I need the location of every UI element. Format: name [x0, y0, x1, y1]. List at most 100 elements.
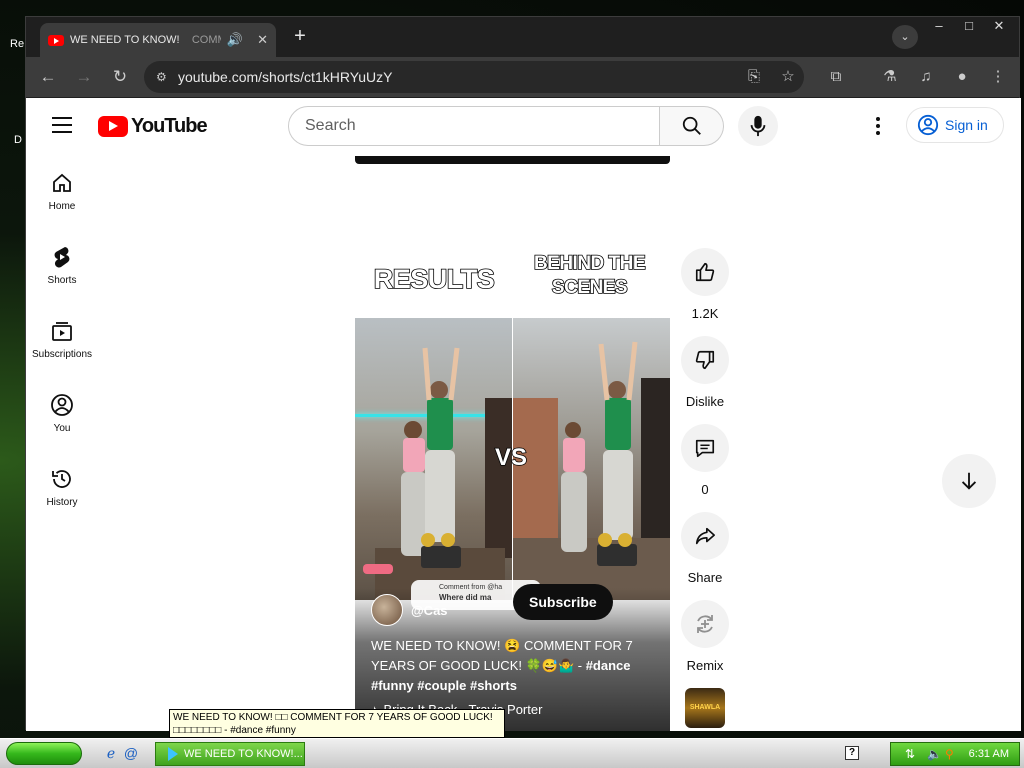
install-app-icon[interactable]: ⎘ — [742, 65, 766, 89]
search-tray-icon[interactable]: ⚲ — [945, 747, 954, 761]
mini-guide: Home Shorts Subscriptions You History — [26, 154, 98, 524]
edge-icon[interactable]: @ — [122, 745, 140, 763]
history-icon — [52, 469, 71, 488]
minimize-button[interactable]: – — [924, 17, 954, 37]
video-caption[interactable]: WE NEED TO KNOW! 😫 COMMENT FOR 7 YEARS O… — [371, 636, 655, 696]
dancers-figure-left — [363, 347, 512, 600]
shorts-action-bar: 1.2K Dislike 0 Share Remix SHAWLA — [681, 248, 729, 728]
profile-icon[interactable]: ● — [950, 65, 974, 89]
dislike-action[interactable]: Dislike — [681, 336, 729, 424]
site-info-icon[interactable]: ⚙ — [156, 70, 178, 84]
masthead: YouTube Sign in — [26, 98, 1021, 154]
guide-item-you[interactable]: You — [26, 376, 98, 450]
like-count: 1.2K — [691, 306, 719, 321]
start-button[interactable] — [6, 742, 82, 765]
bookmark-star-icon[interactable]: ☆ — [776, 65, 800, 89]
tab-search-chevron-icon[interactable]: ⌄ — [892, 25, 918, 49]
subscribe-button[interactable]: Subscribe — [513, 584, 613, 620]
dancers-figure-right — [513, 341, 670, 600]
comments-button[interactable] — [681, 424, 729, 472]
remix-label: Remix — [686, 658, 724, 673]
desktop-icon-label[interactable]: Re — [10, 38, 24, 50]
guide-item-shorts[interactable]: Shorts — [26, 228, 98, 302]
taskbar-item-browser[interactable]: WE NEED TO KNOW!... — [155, 742, 305, 766]
browser-menu-icon[interactable]: ⋮ — [986, 65, 1010, 89]
help-icon[interactable]: ? — [845, 746, 859, 760]
youtube-logo[interactable]: YouTube — [98, 115, 208, 138]
settings-menu-icon[interactable] — [866, 114, 890, 138]
header-right-text: BEHIND THE SCENES — [533, 252, 646, 299]
sound-thumbnail[interactable]: SHAWLA — [685, 688, 725, 728]
share-icon — [695, 527, 715, 545]
microphone-icon — [750, 115, 766, 137]
like-icon — [695, 262, 715, 282]
forward-arrow-icon[interactable]: → — [72, 65, 96, 89]
youtube-favicon-icon — [48, 34, 64, 46]
guide-item-subscriptions[interactable]: Subscriptions — [26, 302, 98, 376]
subscriptions-icon — [52, 321, 72, 341]
video-header-banner: RESULTS BEHIND THE SCENES — [355, 248, 670, 318]
comments-action[interactable]: 0 — [681, 424, 729, 512]
dislike-button[interactable] — [681, 336, 729, 384]
comment-icon — [695, 439, 715, 458]
speaker-icon[interactable]: 🔊 — [227, 32, 243, 48]
media-controls-icon[interactable]: ♫ — [914, 65, 938, 89]
system-tray: ⇅ 🔈 ⚲ 6:31 AM — [890, 742, 1020, 766]
youtube-play-icon — [98, 116, 128, 137]
remix-action[interactable]: Remix — [681, 600, 729, 688]
maximize-button[interactable]: □ — [954, 17, 984, 37]
sign-in-label: Sign in — [945, 117, 988, 133]
like-button[interactable] — [681, 248, 729, 296]
extensions-icon[interactable]: ⧉ — [824, 65, 848, 89]
video-panel-results — [355, 318, 512, 600]
reload-icon[interactable]: ↻ — [108, 65, 132, 89]
remix-button[interactable] — [681, 600, 729, 648]
browser-toolbar: ← → ↻ ⚙ youtube.com/shorts/ct1kHRYuUzY ⎘… — [26, 57, 1019, 97]
back-arrow-icon[interactable]: ← — [36, 65, 60, 89]
next-short-button[interactable] — [942, 454, 996, 508]
network-icon[interactable]: ⇅ — [905, 747, 915, 761]
share-button[interactable] — [681, 512, 729, 560]
shorts-icon — [54, 246, 70, 268]
arrow-down-icon — [961, 472, 977, 490]
guide-item-home[interactable]: Home — [26, 154, 98, 228]
previous-short-edge — [355, 156, 670, 164]
guide-item-label: Home — [48, 200, 76, 212]
video-panel-behind-scenes — [513, 318, 670, 600]
channel-avatar[interactable] — [371, 594, 403, 626]
new-tab-button[interactable]: + — [288, 25, 312, 48]
labs-flask-icon[interactable]: ⚗ — [878, 65, 902, 89]
search-input[interactable] — [288, 106, 660, 146]
remix-icon — [697, 615, 713, 633]
close-window-button[interactable]: ✕ — [984, 17, 1014, 37]
browser-app-icon — [168, 747, 178, 761]
guide-item-label: You — [53, 422, 71, 434]
dislike-icon — [695, 350, 715, 370]
address-bar[interactable]: ⚙ youtube.com/shorts/ct1kHRYuUzY — [144, 61, 804, 93]
tab-strip: WE NEED TO KNOW! COMM 🔊 ✕ + ⌄ – □ ✕ — [26, 17, 1019, 57]
tab-title: WE NEED TO KNOW! COMM — [70, 34, 221, 46]
share-action[interactable]: Share — [681, 512, 729, 600]
close-icon[interactable]: ✕ — [257, 32, 268, 48]
tab-tooltip: WE NEED TO KNOW! □□ COMMENT FOR 7 YEARS … — [169, 709, 505, 738]
shorts-player[interactable]: RESULTS BEHIND THE SCENES VS @Cas Commen… — [355, 248, 670, 731]
volume-icon[interactable]: 🔈 — [927, 747, 942, 761]
voice-search-button[interactable] — [738, 106, 778, 146]
guide-item-label: Shorts — [47, 274, 77, 286]
guide-item-history[interactable]: History — [26, 450, 98, 524]
taskbar: ℯ @ WE NEED TO KNOW!... ? ⇅ 🔈 ⚲ 6:31 AM — [0, 738, 1024, 768]
clock[interactable]: 6:31 AM — [969, 748, 1009, 760]
hamburger-menu-icon[interactable] — [52, 117, 72, 133]
search-button[interactable] — [660, 106, 724, 146]
header-left-text: RESULTS — [373, 263, 496, 295]
guide-item-label: History — [46, 496, 78, 508]
like-action[interactable]: 1.2K — [681, 248, 729, 336]
desktop-icon-label[interactable]: D — [14, 134, 22, 146]
sign-in-button[interactable]: Sign in — [906, 107, 1004, 143]
internet-explorer-icon[interactable]: ℯ — [102, 745, 120, 763]
guide-item-label: Subscriptions — [31, 348, 93, 360]
share-label: Share — [687, 570, 723, 585]
tab-youtube-short[interactable]: WE NEED TO KNOW! COMM 🔊 ✕ — [40, 23, 276, 57]
search-icon — [682, 116, 701, 135]
url-text[interactable]: youtube.com/shorts/ct1kHRYuUzY — [178, 69, 393, 85]
